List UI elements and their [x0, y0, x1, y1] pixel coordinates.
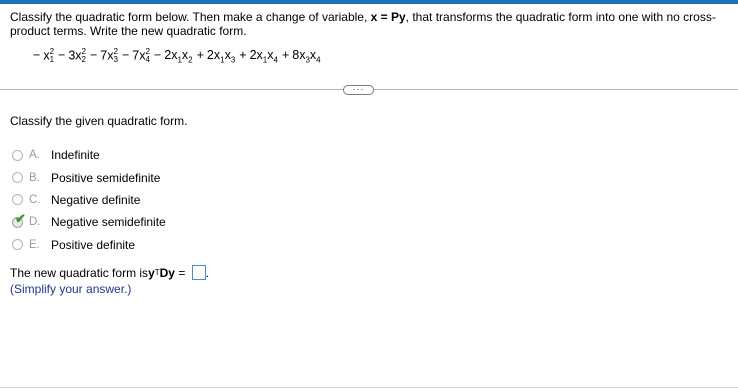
answer-dy: Dy — [159, 265, 175, 280]
option-label: Negative definite — [51, 192, 141, 207]
term-subscript: 4 — [273, 55, 278, 65]
answer-y: y — [148, 265, 155, 280]
term-subscript: 4 — [145, 55, 150, 64]
answer-prefix: The new quadratic form is — [10, 265, 149, 280]
expression-term: 7x 2 4 — [132, 48, 150, 64]
term-subscript: 2 — [188, 55, 193, 65]
simplify-hint: (Simplify your answer.) — [10, 282, 132, 296]
term-sign: + — [281, 48, 290, 63]
expression-term: 2x1x2 — [164, 48, 192, 65]
term-coefficient: 2 — [206, 48, 214, 63]
term-sign: − — [89, 48, 98, 63]
expression-term: 8x3x4 — [292, 48, 320, 65]
term-sign: + — [239, 48, 247, 63]
term-subscript: 4 — [316, 55, 321, 65]
expression-term: x21 — [43, 48, 54, 64]
radio-button[interactable] — [12, 194, 23, 206]
option-d[interactable]: ✔ D. Negative semidefinite — [12, 211, 166, 233]
answer-input-box[interactable] — [191, 265, 206, 280]
quadratic-form-expression: − x 2 1−3x 2 2−7x 2 3−7x 2 4−2x1x2 +2x1x3 +2x1x4 +8x… — [30, 48, 322, 65]
expression-term: 2x1x3 — [207, 48, 235, 65]
option-letter: C. — [29, 193, 41, 206]
term-coefficient: 2 — [249, 48, 257, 63]
term-subscript: 3 — [113, 55, 118, 64]
option-a[interactable]: A. Indefinite — [12, 144, 166, 166]
option-c[interactable]: C. Negative definite — [12, 189, 166, 211]
instructions-part1: Classify the quadratic form below. Then … — [10, 10, 371, 24]
answer-options: A. Indefinite B. Positive semidefinite C. Neg… — [12, 144, 166, 256]
top-accent-bar — [0, 0, 738, 4]
term-sign: + — [196, 48, 204, 63]
answer-line: The new quadratic form is y T Dy = . — [10, 265, 209, 280]
instructions-equation: x = Py — [370, 10, 406, 24]
term-subscript: 3 — [230, 55, 236, 65]
term-subscript: 2 — [81, 55, 86, 64]
option-e[interactable]: E. Positive definite — [12, 234, 166, 256]
option-label: Positive semidefinite — [51, 170, 161, 185]
problem-instructions: Classify the quadratic form below. Then … — [10, 10, 730, 38]
radio-button[interactable] — [12, 172, 23, 184]
term-subscript: 1 — [49, 55, 55, 64]
term-sign: − — [58, 48, 66, 63]
answer-equals: = — [174, 265, 189, 280]
bottom-edge — [0, 387, 738, 391]
option-label: Negative semidefinite — [51, 215, 166, 230]
radio-button[interactable] — [12, 239, 23, 251]
question-text: Classify the given quadratic form. — [10, 114, 188, 128]
option-letter: B. — [29, 171, 40, 184]
expression-term: 3x 2 2 — [68, 48, 86, 64]
option-b[interactable]: B. Positive semidefinite — [12, 166, 166, 188]
term-sign: − — [153, 48, 162, 63]
term-sign: − — [121, 48, 130, 63]
option-letter: E. — [29, 238, 40, 251]
radio-button[interactable]: ✔ — [12, 212, 26, 228]
expression-term: 2x1x4 — [250, 48, 278, 65]
option-letter: D. — [29, 216, 41, 229]
radio-button[interactable] — [12, 149, 23, 161]
option-label: Positive definite — [51, 237, 136, 252]
term-sign: − — [33, 48, 41, 63]
expression-term: 7x 2 3 — [100, 48, 118, 64]
expand-more-button[interactable]: ··· — [343, 85, 374, 95]
option-letter: A. — [29, 149, 40, 162]
checkmark-icon: ✔ — [15, 210, 26, 226]
option-label: Indefinite — [51, 148, 100, 163]
answer-period: . — [205, 265, 210, 280]
